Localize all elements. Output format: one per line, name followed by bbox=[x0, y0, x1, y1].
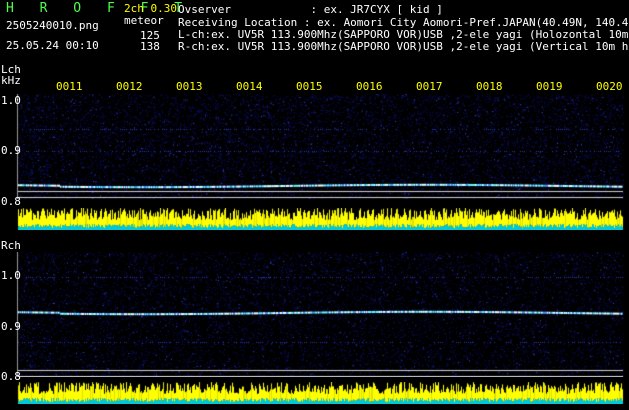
lch-freq-tick-label: 1.0 bbox=[1, 94, 21, 107]
time-tick-label: 0016 bbox=[356, 80, 383, 93]
rch-freq-tick-label: 1.0 bbox=[1, 269, 21, 282]
rch-label: Rch bbox=[1, 239, 21, 252]
lch-amplitude-bars bbox=[0, 208, 629, 230]
time-tick-label: 0019 bbox=[536, 80, 563, 93]
rch-spectrogram bbox=[0, 252, 629, 377]
time-tick-label: 0018 bbox=[476, 80, 503, 93]
location-line: Receiving Location : ex. Aomori City Aom… bbox=[178, 16, 629, 29]
time-tick-label: 0020 bbox=[596, 80, 623, 93]
time-tick-label: 0012 bbox=[116, 80, 143, 93]
count-r: 138 bbox=[140, 40, 160, 53]
rch-info-line: R-ch:ex. UV5R 113.900Mhz(SAPPORO VOR)USB… bbox=[178, 41, 628, 53]
time-tick-label: 0014 bbox=[236, 80, 263, 93]
filename-label: 2505240010.png bbox=[6, 19, 99, 32]
mode-label: meteor bbox=[124, 14, 164, 27]
lch-spectrogram bbox=[0, 94, 629, 199]
datetime-label: 25.05.24 00:10 bbox=[6, 39, 99, 52]
time-tick-label: 0011 bbox=[56, 80, 83, 93]
lch-freq-tick-label: 0.9 bbox=[1, 144, 21, 157]
lch-info-line: L-ch:ex. UV5R 113.900Mhz(SAPPORO VOR)USB… bbox=[178, 29, 628, 41]
khz-unit-label: kHz bbox=[1, 74, 21, 87]
observer-line: Ovserver : ex. JR7CYX [ kid ] bbox=[178, 3, 443, 16]
rch-freq-tick-label: 0.9 bbox=[1, 320, 21, 333]
time-tick-label: 0017 bbox=[416, 80, 443, 93]
time-tick-label: 0015 bbox=[296, 80, 323, 93]
time-tick-label: 0013 bbox=[176, 80, 203, 93]
rch-freq-tick-label: 0.8 bbox=[1, 370, 21, 383]
rch-amplitude-bars bbox=[0, 382, 629, 404]
lch-freq-tick-label: 0.8 bbox=[1, 195, 21, 208]
